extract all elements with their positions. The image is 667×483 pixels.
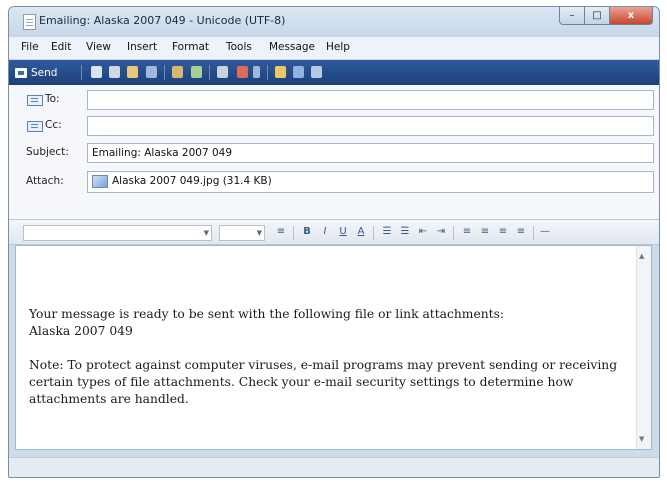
message-text: Your message is ready to be sent with th…: [29, 306, 629, 408]
window-title: Emailing: Alaska 2007 049 - Unicode (UTF…: [39, 14, 286, 27]
minimize-button[interactable]: –: [559, 7, 585, 25]
spelling-icon[interactable]: [191, 66, 202, 78]
cc-label: Cc:: [45, 119, 62, 131]
menu-format[interactable]: Format: [172, 41, 209, 53]
underline-button[interactable]: U: [337, 226, 349, 238]
formatting-toolbar: ▼ ▼ ≡ B I U A ☰ ☰ ⇤ ⇥ ≡ ≡ ≡ ≡ —: [9, 219, 659, 245]
image-file-icon: [92, 174, 108, 188]
paste-icon[interactable]: [127, 66, 138, 78]
decrease-indent-icon[interactable]: ⇤: [417, 226, 429, 238]
toolbar-separator: [267, 65, 268, 80]
increase-indent-icon[interactable]: ⇥: [435, 226, 447, 238]
format-separator: [533, 226, 534, 240]
message-body[interactable]: Your message is ready to be sent with th…: [15, 245, 652, 450]
menu-help[interactable]: Help: [326, 41, 350, 53]
vertical-scrollbar[interactable]: ▲ ▼: [636, 246, 651, 449]
chevron-down-icon: ▼: [256, 229, 262, 237]
encrypt-icon[interactable]: [293, 66, 304, 78]
align-center-icon[interactable]: ≡: [479, 226, 491, 238]
numbered-list-icon[interactable]: ☰: [381, 226, 393, 238]
attach-label: Attach:: [26, 175, 64, 187]
copy-icon[interactable]: [109, 66, 120, 78]
compose-window: Emailing: Alaska 2007 049 - Unicode (UTF…: [8, 6, 660, 478]
to-field[interactable]: [87, 90, 654, 110]
message-header: To: Cc: Subject: Emailing: Alaska 2007 0…: [9, 85, 659, 219]
bold-button[interactable]: B: [301, 226, 313, 238]
document-icon: [23, 14, 36, 30]
subject-field[interactable]: Emailing: Alaska 2007 049: [87, 143, 654, 163]
cut-icon[interactable]: [91, 66, 102, 78]
toolbar-separator: [81, 65, 82, 80]
scroll-up-icon[interactable]: ▲: [639, 252, 644, 260]
menu-edit[interactable]: Edit: [51, 41, 71, 53]
toolbar-separator: [209, 65, 210, 80]
send-icon: [15, 67, 27, 78]
security-note: Note: To protect against computer viruse…: [29, 358, 618, 406]
address-book-icon[interactable]: [27, 95, 43, 106]
message-line: Your message is ready to be sent with th…: [29, 307, 505, 321]
italic-button[interactable]: I: [319, 226, 331, 238]
maximize-button[interactable]: □: [585, 7, 610, 25]
chevron-down-icon[interactable]: [253, 66, 260, 78]
bullet-list-icon[interactable]: ☰: [399, 226, 411, 238]
to-label: To:: [45, 93, 60, 105]
cc-field[interactable]: [87, 116, 654, 136]
attachment-field[interactable]: Alaska 2007 049.jpg (31.4 KB): [87, 171, 654, 193]
attach-icon[interactable]: [217, 66, 228, 78]
font-name-select[interactable]: ▼: [23, 225, 212, 241]
justify-icon[interactable]: ≡: [515, 226, 527, 238]
menu-message[interactable]: Message: [269, 41, 315, 53]
window-controls: – □ x: [559, 7, 653, 26]
status-bar: [9, 457, 659, 477]
sign-icon[interactable]: [275, 66, 286, 78]
toolbar-separator: [164, 65, 165, 80]
format-separator: [373, 226, 374, 240]
chevron-down-icon: ▼: [203, 229, 209, 237]
paragraph-style-icon[interactable]: ≡: [275, 226, 287, 238]
title-bar[interactable]: Emailing: Alaska 2007 049 - Unicode (UTF…: [9, 7, 659, 37]
attachment-item[interactable]: Alaska 2007 049.jpg (31.4 KB): [92, 172, 653, 190]
attachment-name: Alaska 2007 049.jpg (31.4 KB): [112, 175, 272, 187]
scroll-down-icon[interactable]: ▼: [639, 435, 644, 443]
subject-label: Subject:: [26, 146, 69, 158]
menu-bar: File Edit View Insert Format Tools Messa…: [9, 37, 659, 60]
menu-file[interactable]: File: [21, 41, 39, 53]
offline-icon[interactable]: [311, 66, 322, 78]
menu-view[interactable]: View: [86, 41, 111, 53]
address-book-icon[interactable]: [27, 121, 43, 132]
attachment-reference: Alaska 2007 049: [29, 324, 133, 338]
format-separator: [453, 226, 454, 240]
align-left-icon[interactable]: ≡: [461, 226, 473, 238]
font-size-select[interactable]: ▼: [219, 225, 265, 241]
menu-tools[interactable]: Tools: [226, 41, 252, 53]
font-color-button[interactable]: A: [355, 226, 367, 238]
send-button[interactable]: Send: [15, 64, 57, 81]
format-separator: [293, 226, 294, 240]
priority-icon[interactable]: [237, 66, 248, 78]
align-right-icon[interactable]: ≡: [497, 226, 509, 238]
undo-icon[interactable]: [146, 66, 157, 78]
main-toolbar: Send: [9, 60, 659, 85]
send-label: Send: [31, 66, 58, 79]
close-button[interactable]: x: [610, 7, 653, 25]
check-names-icon[interactable]: [172, 66, 183, 78]
horizontal-line-icon[interactable]: —: [539, 226, 551, 238]
menu-insert[interactable]: Insert: [127, 41, 157, 53]
